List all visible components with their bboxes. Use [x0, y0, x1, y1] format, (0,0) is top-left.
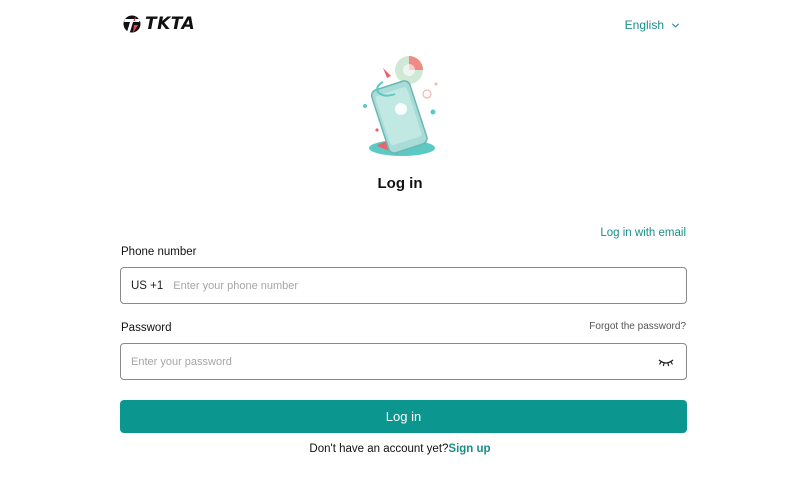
phone-field[interactable]: US +1	[120, 267, 687, 304]
phone-input[interactable]	[173, 268, 686, 303]
signup-row: Don't have an account yet?Sign up	[0, 443, 800, 455]
country-code-selector[interactable]: US +1	[131, 280, 163, 292]
page-title: Log in	[377, 175, 423, 192]
password-field[interactable]	[120, 343, 687, 380]
login-button[interactable]: Log in	[120, 400, 687, 433]
brand-name: TKTA	[145, 14, 196, 34]
chevron-down-icon	[671, 22, 680, 28]
phone-illustration	[363, 56, 438, 156]
logo-icon	[123, 15, 141, 33]
login-page: TKTA English Log in Log in with email Ph…	[0, 0, 800, 502]
phone-label: Phone number	[121, 246, 197, 258]
eye-closed-icon[interactable]	[658, 357, 674, 367]
brand-logo[interactable]: TKTA	[122, 12, 195, 36]
password-input[interactable]	[131, 344, 658, 379]
language-label: English	[624, 18, 664, 32]
signup-prompt: Don't have an account yet?	[309, 443, 449, 455]
language-selector[interactable]: English	[625, 18, 680, 32]
forgot-password-link[interactable]: Forgot the password?	[589, 321, 686, 332]
login-with-email-link[interactable]: Log in with email	[600, 227, 686, 239]
password-label: Password	[121, 322, 172, 334]
signup-link[interactable]: Sign up	[448, 443, 490, 455]
